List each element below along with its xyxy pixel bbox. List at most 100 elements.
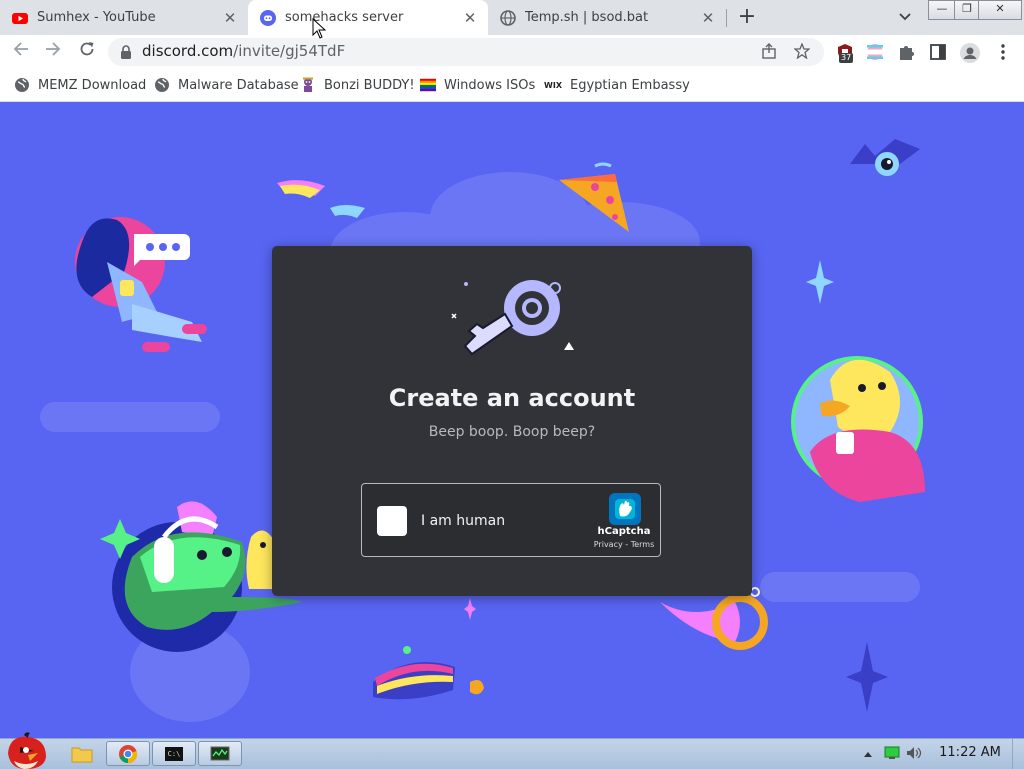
- extension-button[interactable]: [866, 43, 884, 61]
- tab-close-button[interactable]: ✕: [698, 8, 718, 28]
- side-panel-button[interactable]: [929, 43, 947, 61]
- tab-close-button[interactable]: ✕: [220, 8, 240, 28]
- rainbow-flag-icon: [420, 77, 436, 93]
- reload-button[interactable]: [74, 39, 100, 65]
- background-cloud: [760, 572, 920, 602]
- hcaptcha-privacy-terms-link[interactable]: Privacy - Terms: [576, 540, 672, 549]
- show-hidden-icons-button[interactable]: [860, 746, 876, 762]
- bookmark-label: MEMZ Download: [38, 77, 147, 93]
- chevron-up-icon: [864, 752, 872, 757]
- forward-button[interactable]: [40, 39, 66, 65]
- back-button[interactable]: [8, 39, 34, 65]
- chrome-icon: [119, 744, 138, 763]
- task-manager-taskbar-button[interactable]: [198, 741, 242, 766]
- folder-icon: [71, 747, 93, 762]
- duck-character-illustration: [791, 356, 925, 502]
- tab-tempsh[interactable]: Temp.sh | bsod.bat ✕: [488, 0, 726, 35]
- maximize-button[interactable]: ❐: [954, 0, 980, 20]
- show-desktop-button[interactable]: [1012, 739, 1024, 769]
- bookmark-windows-isos[interactable]: Windows ISOs: [420, 75, 535, 95]
- url-text[interactable]: discord.com/invite/gj54TdF: [142, 42, 345, 60]
- bookmarks-bar: MEMZ Download Malware Database Bonzi BUD…: [0, 69, 1024, 102]
- flying-books-illustration: [277, 180, 365, 218]
- discord-icon: [260, 9, 276, 26]
- tab-divider: [726, 9, 727, 27]
- hcaptcha-brand: hCaptcha: [597, 526, 651, 537]
- address-bar[interactable]: discord.com/invite/gj54TdF: [108, 38, 824, 66]
- network-icon: [884, 746, 900, 759]
- bookmark-label: Bonzi BUDDY!: [324, 77, 415, 93]
- youtube-icon: [12, 12, 28, 24]
- bat-creature-illustration: [850, 139, 920, 176]
- discord-invite-page: Create an account Beep boop. Boop beep? …: [0, 102, 1024, 738]
- url-path: /invite/gj54TdF: [233, 42, 346, 60]
- tab-strip: Sumhex - YouTube ✕ somehacks server ✕ Te…: [0, 0, 1024, 35]
- captcha-checkbox[interactable]: [377, 506, 407, 536]
- share-icon: [762, 43, 776, 59]
- bookmark-label: Egyptian Embassy: [570, 77, 690, 93]
- pizza-slice-illustration: [559, 162, 629, 232]
- extensions-menu-button[interactable]: [897, 43, 915, 61]
- globe-icon: [154, 77, 170, 93]
- captcha-label: I am human: [421, 513, 506, 529]
- key-illustration: [451, 280, 574, 356]
- browser-toolbar: discord.com/invite/gj54TdF 37: [0, 35, 1024, 69]
- sparkle-star-icon: [464, 598, 476, 620]
- bookmark-star-button[interactable]: [793, 42, 811, 61]
- lock-icon[interactable]: [120, 45, 132, 59]
- menu-button[interactable]: [994, 43, 1012, 61]
- background-cloud: [40, 402, 220, 432]
- bonzi-icon: [300, 77, 316, 93]
- explorer-taskbar-button[interactable]: [60, 741, 104, 766]
- tab-discord[interactable]: somehacks server ✕: [248, 0, 488, 35]
- arrow-left-icon: [13, 42, 28, 56]
- cmd-taskbar-button[interactable]: C:\: [152, 741, 196, 766]
- tab-search-button[interactable]: [894, 7, 916, 29]
- sparkle-star-icon: [806, 260, 834, 304]
- tab-title: Sumhex - YouTube: [37, 10, 156, 25]
- bookmark-label: Malware Database: [178, 77, 299, 93]
- task-manager-icon: [210, 746, 230, 760]
- share-button[interactable]: [760, 43, 778, 61]
- network-tray-icon[interactable]: [884, 746, 900, 762]
- new-tab-button[interactable]: +: [735, 6, 759, 30]
- puzzle-icon: [900, 46, 914, 60]
- tab-close-button[interactable]: ✕: [460, 8, 480, 28]
- bookmark-malware-database[interactable]: Malware Database: [154, 75, 299, 95]
- star-icon: [793, 42, 811, 60]
- reload-icon: [80, 42, 94, 56]
- bookmark-label: Windows ISOs: [444, 77, 536, 93]
- arrow-right-icon: [46, 42, 61, 56]
- kebab-menu-icon: [1001, 44, 1005, 60]
- minimize-button[interactable]: —: [928, 0, 956, 20]
- extension-button[interactable]: 37: [836, 43, 854, 63]
- taskbar-clock[interactable]: 11:22 AM: [930, 745, 1010, 760]
- profile-button[interactable]: [960, 43, 980, 63]
- start-button-angry-bird-icon[interactable]: [4, 731, 50, 769]
- extension-badge: 37: [839, 53, 854, 63]
- hcaptcha-widget[interactable]: I am human hCaptcha Privacy - Terms: [361, 483, 661, 557]
- chrome-taskbar-button[interactable]: [106, 741, 150, 766]
- taskbar: C:\ 11:22 AM: [0, 732, 1024, 769]
- chevron-down-icon: [899, 13, 911, 21]
- page-title: Create an account: [388, 384, 636, 412]
- tab-youtube[interactable]: Sumhex - YouTube ✕: [0, 0, 248, 35]
- mouse-cursor-icon: [312, 18, 326, 39]
- speaker-icon: [907, 747, 922, 759]
- bookmark-memz[interactable]: MEMZ Download: [14, 75, 146, 95]
- wix-icon: WIX: [544, 80, 562, 90]
- girl-with-phone-illustration: [75, 217, 207, 352]
- sandwich-illustration: [373, 646, 484, 700]
- create-account-card: Create an account Beep boop. Boop beep? …: [272, 246, 752, 596]
- hcaptcha-logo-icon: [609, 493, 641, 525]
- bookmark-bonzi-buddy[interactable]: Bonzi BUDDY!: [300, 75, 415, 95]
- bookmark-egyptian-embassy[interactable]: WIX Egyptian Embassy: [544, 75, 690, 95]
- profile-icon: [960, 43, 980, 63]
- url-host: discord.com: [142, 42, 234, 60]
- close-window-button[interactable]: ✕: [978, 0, 1022, 20]
- sparkle-star-icon: [846, 642, 888, 712]
- volume-tray-icon[interactable]: [906, 746, 922, 762]
- yellow-creature-peek-illustration: [246, 530, 273, 589]
- side-panel-icon: [930, 44, 946, 60]
- globe-icon: [14, 77, 30, 93]
